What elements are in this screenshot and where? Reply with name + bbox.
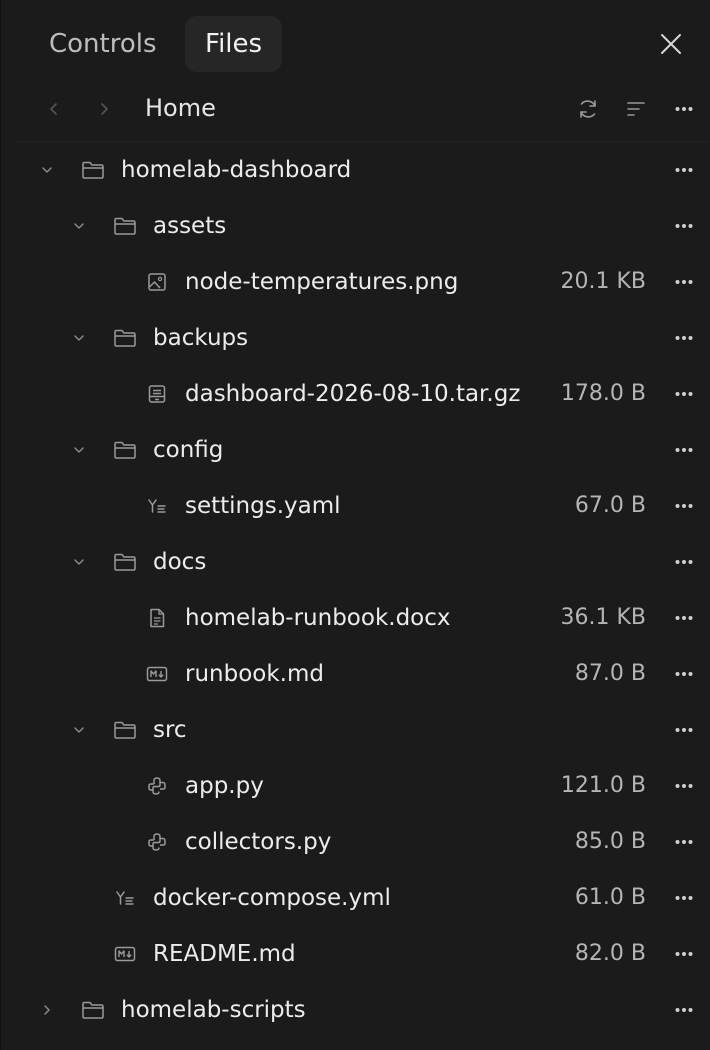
- more-options-icon[interactable]: [669, 716, 699, 744]
- file-size: 87.0 B: [574, 661, 646, 686]
- refresh-icon: [576, 97, 600, 121]
- more-options-icon[interactable]: [669, 940, 699, 968]
- folder-icon: [81, 998, 105, 1022]
- file-size: 178.0 B: [560, 381, 646, 406]
- tree-item-name: homelab-scripts: [121, 997, 306, 1023]
- yaml-file-icon: [145, 494, 169, 518]
- tree-folder-row[interactable]: homelab-scripts: [1, 982, 710, 1038]
- tree-item-name: README.md: [153, 941, 296, 967]
- file-size: 20.1 KB: [560, 269, 647, 294]
- folder-icon: [81, 158, 105, 182]
- more-options-icon[interactable]: [669, 492, 699, 520]
- tree-item-name: backups: [153, 325, 249, 351]
- tree-file-row[interactable]: docker-compose.yml 61.0 B: [1, 870, 710, 926]
- tree-file-row[interactable]: collectors.py 85.0 B: [1, 814, 710, 870]
- tree-file-row[interactable]: homelab-runbook.docx 36.1 KB: [1, 590, 710, 646]
- tree-folder-row[interactable]: assets: [1, 198, 710, 254]
- chevron-down-icon[interactable]: [67, 550, 91, 574]
- more-options-icon[interactable]: [669, 604, 699, 632]
- file-size: 61.0 B: [574, 885, 646, 910]
- close-icon: [660, 33, 682, 55]
- tree-item-name: runbook.md: [185, 661, 324, 687]
- file-size: 121.0 B: [560, 773, 646, 798]
- forward-button[interactable]: [89, 94, 119, 124]
- more-options-icon[interactable]: [669, 660, 699, 688]
- more-options-icon[interactable]: [669, 772, 699, 800]
- tree-item-name: config: [153, 437, 224, 463]
- markdown-icon: [145, 662, 169, 686]
- file-tree: homelab-dashboard assets node-temperatures…: [1, 142, 710, 1038]
- tab-files[interactable]: Files: [185, 16, 283, 72]
- tree-item-name: assets: [153, 213, 227, 239]
- chevron-down-icon[interactable]: [67, 718, 91, 742]
- chevron-right-icon: [98, 101, 110, 117]
- folder-icon: [113, 438, 137, 462]
- folder-icon: [113, 326, 137, 350]
- chevron-down-icon[interactable]: [67, 438, 91, 462]
- more-options-icon[interactable]: [669, 548, 699, 576]
- tree-item-name: collectors.py: [185, 829, 332, 855]
- more-options-icon[interactable]: [669, 436, 699, 464]
- tree-folder-row[interactable]: docs: [1, 534, 710, 590]
- tab-controls[interactable]: Controls: [29, 16, 177, 72]
- file-size: 36.1 KB: [560, 605, 647, 630]
- file-size: 67.0 B: [574, 493, 646, 518]
- tree-item-name: settings.yaml: [185, 493, 341, 519]
- tree-item-name: docker-compose.yml: [153, 885, 391, 911]
- navigation-bar: Home: [1, 80, 710, 142]
- image-icon: [145, 270, 169, 294]
- more-options-icon[interactable]: [669, 268, 699, 296]
- tree-folder-row[interactable]: backups: [1, 310, 710, 366]
- tree-item-name: docs: [153, 549, 207, 575]
- tree-item-name: homelab-dashboard: [121, 157, 352, 183]
- tab-bar: Controls Files: [1, 0, 710, 88]
- tree-file-row[interactable]: node-temperatures.png 20.1 KB: [1, 254, 710, 310]
- tree-folder-row[interactable]: homelab-dashboard: [1, 142, 710, 198]
- tree-file-row[interactable]: settings.yaml 67.0 B: [1, 478, 710, 534]
- refresh-button[interactable]: [573, 94, 603, 124]
- tree-file-row[interactable]: README.md 82.0 B: [1, 926, 710, 982]
- folder-icon: [113, 718, 137, 742]
- close-button[interactable]: [651, 24, 691, 64]
- more-options-icon[interactable]: [669, 380, 699, 408]
- breadcrumb-home[interactable]: Home: [145, 92, 216, 124]
- python-icon: [145, 830, 169, 854]
- yaml-file-icon: [113, 886, 137, 910]
- tree-file-row[interactable]: app.py 121.0 B: [1, 758, 710, 814]
- tree-file-row[interactable]: dashboard-2026-08-10.tar.gz 178.0 B: [1, 366, 710, 422]
- more-horizontal-icon: [675, 106, 693, 112]
- more-options-icon[interactable]: [669, 156, 699, 184]
- tree-file-row[interactable]: runbook.md 87.0 B: [1, 646, 710, 702]
- file-browser-panel: Controls Files Home homelab-dashboard as…: [0, 0, 710, 1050]
- back-button[interactable]: [39, 94, 69, 124]
- more-options-button[interactable]: [669, 94, 699, 124]
- python-icon: [145, 774, 169, 798]
- chevron-down-icon[interactable]: [67, 214, 91, 238]
- tree-folder-row[interactable]: src: [1, 702, 710, 758]
- chevron-left-icon: [48, 101, 60, 117]
- file-size: 82.0 B: [574, 941, 646, 966]
- tree-item-name: dashboard-2026-08-10.tar.gz: [185, 381, 521, 407]
- markdown-icon: [113, 942, 137, 966]
- document-icon: [145, 606, 169, 630]
- more-options-icon[interactable]: [669, 996, 699, 1024]
- tree-item-name: homelab-runbook.docx: [185, 605, 451, 631]
- more-options-icon[interactable]: [669, 828, 699, 856]
- tree-folder-row[interactable]: config: [1, 422, 710, 478]
- chevron-down-icon[interactable]: [67, 326, 91, 350]
- tree-item-name: src: [153, 717, 187, 743]
- more-options-icon[interactable]: [669, 884, 699, 912]
- sort-button[interactable]: [621, 94, 651, 124]
- more-options-icon[interactable]: [669, 324, 699, 352]
- tree-item-name: app.py: [185, 773, 264, 799]
- file-size: 85.0 B: [574, 829, 646, 854]
- chevron-down-icon[interactable]: [35, 158, 59, 182]
- archive-icon: [145, 382, 169, 406]
- folder-icon: [113, 550, 137, 574]
- chevron-right-icon[interactable]: [35, 998, 59, 1022]
- tree-item-name: node-temperatures.png: [185, 269, 459, 295]
- more-options-icon[interactable]: [669, 212, 699, 240]
- sort-icon: [625, 99, 647, 119]
- folder-icon: [113, 214, 137, 238]
